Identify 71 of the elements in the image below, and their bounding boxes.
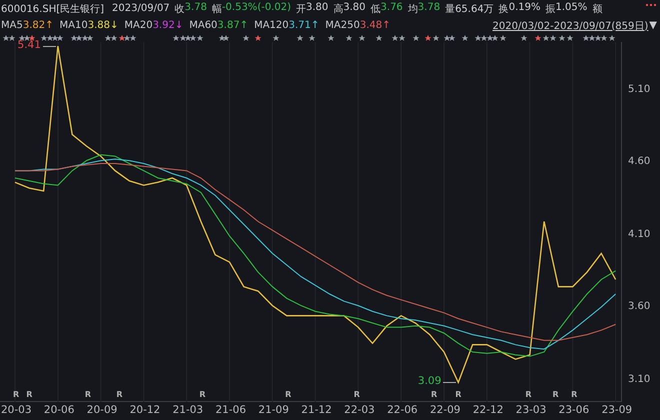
x-axis-label: 21-03 [172,404,204,416]
caret-icon[interactable]: ▼ [649,20,657,31]
quote-label: 均 [408,2,418,16]
ma-label: MA5 [1,20,23,31]
x-axis-label: 22-06 [387,404,418,416]
quote-value: 3.80 [343,2,366,14]
quote-value: 1.05% [555,2,588,14]
event-marker: R [455,390,462,399]
event-marker: R [430,390,438,399]
quote-label: 额 [592,2,602,16]
event-marker: R [285,390,292,399]
ma-label: MA250 [325,20,360,31]
quote-label: 高 [333,2,344,16]
event-marker: R [552,390,559,399]
quote-value: 65.64万 [455,2,494,16]
event-marker: R [199,390,206,399]
y-axis-label: 3.60 [628,301,650,312]
y-axis-label: 4.10 [628,228,650,240]
quote-date: 2023/09/07 [112,3,170,14]
quote-value: 3.80 [306,2,328,14]
y-axis-label: 4.60 [628,156,650,168]
quote-label: 换 [498,2,509,16]
event-marker: R [571,390,578,399]
x-axis-label: 22-12 [472,404,504,416]
ma-label: MA120 [254,20,289,31]
x-axis-label: 22-09 [430,404,460,416]
stock-symbol: 600016.SH[民生银行] [1,2,104,16]
quote-label: 低 [370,2,381,16]
quote-value: 3.78 [184,2,207,14]
event-marker: R [354,390,360,399]
x-axis-label: 22-03 [344,404,375,416]
leader-line [443,382,456,384]
x-axis-label: 21-12 [301,404,332,416]
event-marker: R [26,390,32,399]
ma-value: 3.92↓ [152,20,184,31]
quote-value: -0.53%(-0.02) [222,2,291,14]
event-marker: R [116,390,123,399]
y-axis-label: 5.10 [628,84,650,95]
x-axis-label: 21-09 [258,404,289,416]
ma-label: MA60 [189,20,218,31]
x-axis-label: 21-06 [215,404,246,416]
x-axis-label: 23-06 [558,404,590,416]
y-axis-label: 3.10 [628,374,650,385]
event-marker: R [13,390,20,399]
x-axis-label: 20-06 [44,404,74,416]
leader-line [42,46,56,48]
x-axis-label: 23-03 [516,404,546,416]
price-annotation: 5.41 [18,39,41,52]
ma-label: MA20 [124,20,153,31]
x-axis-label: 20-12 [130,404,160,416]
ma-value: 3.88↓ [88,20,118,31]
quote-value: 0.19% [508,2,540,14]
quote-value: 3.78 [418,2,440,14]
price-annotation: 3.09 [418,375,442,388]
ma-label: MA10 [60,20,88,31]
x-axis-label: 23-09 [602,404,632,416]
quote-value: 3.76 [380,2,403,14]
quote-label: 振 [545,2,556,16]
ma-value: 3.82↑ [22,20,54,31]
ma-value: 3.87↑ [217,20,248,31]
date-range-link[interactable]: 2020/03/02-2023/09/07(859日) [492,18,648,32]
ma-value: 3.48↑ [360,20,391,31]
quote-label: 开 [296,2,306,16]
quote-label: 收 [174,2,185,16]
ma-value: 3.71↑ [288,20,320,31]
x-axis-label: 20-09 [86,404,118,416]
quote-label: 幅 [212,2,222,16]
quote-label: 量 [445,2,456,16]
x-axis-label: 20-03 [1,404,32,416]
event-marker: R [525,390,532,399]
event-marker: R [84,390,92,399]
